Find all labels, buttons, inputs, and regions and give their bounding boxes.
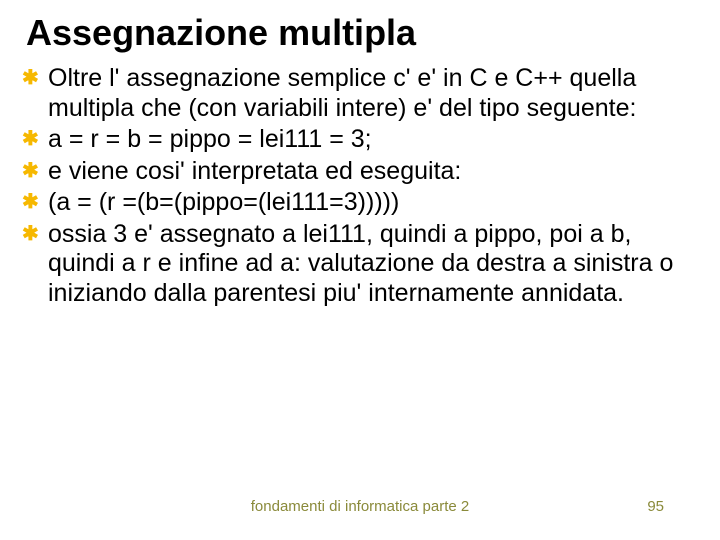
footer-page-number: 95 <box>647 498 664 515</box>
list-item-text: Oltre l' assegnazione semplice c' e' in … <box>48 64 636 122</box>
list-item: ✱ Oltre l' assegnazione semplice c' e' i… <box>22 64 702 123</box>
list-item-text: (a = (r =(b=(pippo=(lei111=3))))) <box>48 188 399 216</box>
slide-body: ✱ Oltre l' assegnazione semplice c' e' i… <box>22 64 702 310</box>
bullet-icon: ✱ <box>22 161 42 181</box>
slide-footer: fondamenti di informatica parte 2 95 <box>0 498 720 518</box>
slide: Assegnazione multipla ✱ Oltre l' assegna… <box>0 0 720 540</box>
bullet-icon: ✱ <box>22 224 42 244</box>
bullet-icon: ✱ <box>22 192 42 212</box>
list-item: ✱ (a = (r =(b=(pippo=(lei111=3))))) <box>22 188 702 218</box>
list-item: ✱ e viene cosi' interpretata ed eseguita… <box>22 157 702 187</box>
list-item: ✱ ossia 3 e' assegnato a lei111, quindi … <box>22 220 702 309</box>
slide-title: Assegnazione multipla <box>26 12 416 54</box>
list-item-text: e viene cosi' interpretata ed eseguita: <box>48 157 461 185</box>
footer-center-text: fondamenti di informatica parte 2 <box>0 498 720 515</box>
bullet-icon: ✱ <box>22 129 42 149</box>
bullet-icon: ✱ <box>22 68 42 88</box>
list-item-text: ossia 3 e' assegnato a lei111, quindi a … <box>48 220 673 307</box>
list-item: ✱ a = r = b = pippo = lei111 = 3; <box>22 125 702 155</box>
list-item-text: a = r = b = pippo = lei111 = 3; <box>48 125 372 153</box>
